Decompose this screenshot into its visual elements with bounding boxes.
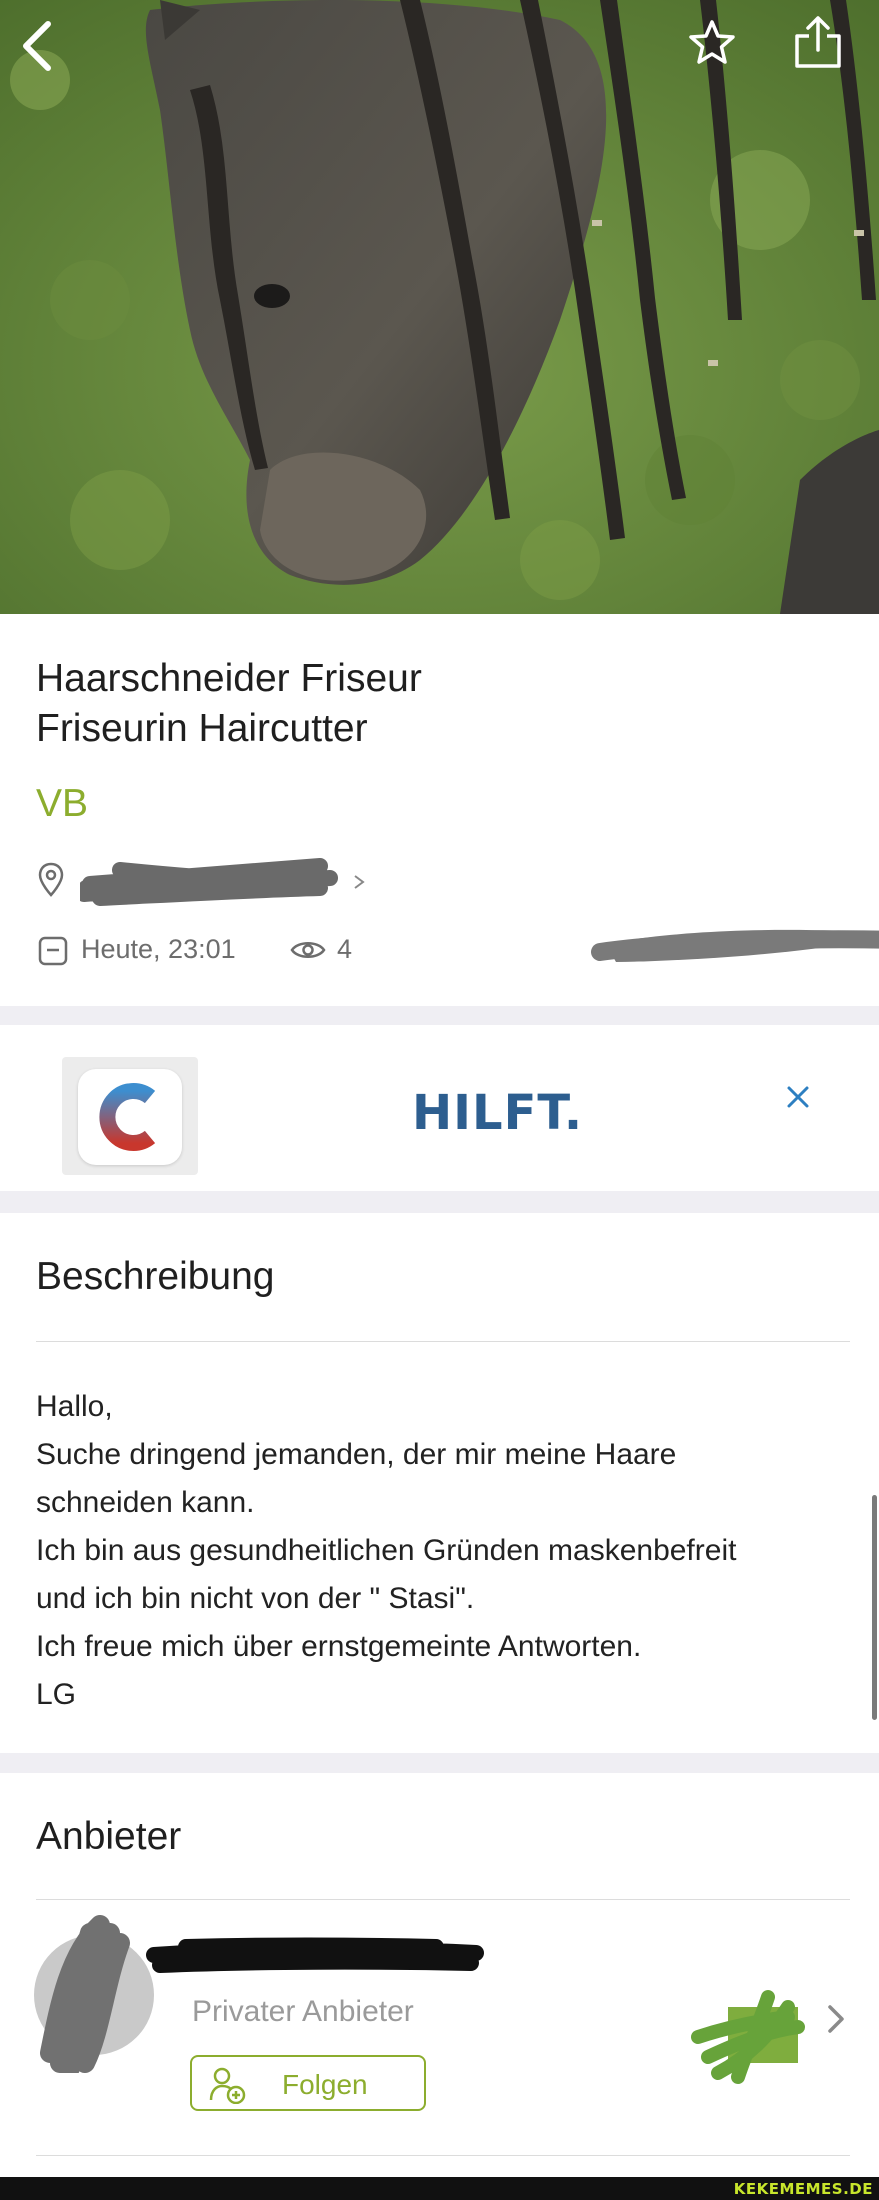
avatar[interactable] (30, 1913, 160, 2073)
listing-header: Haarschneider Friseur Friseurin Haircutt… (0, 614, 879, 1006)
listing-photo[interactable] (0, 0, 879, 614)
divider (36, 1341, 850, 1342)
divider (36, 2155, 850, 2156)
seller-heading: Anbieter (36, 1815, 182, 1858)
description-line: LG (36, 1678, 77, 1711)
location-row[interactable] (36, 858, 536, 906)
listing-title: Haarschneider Friseur Friseurin Haircutt… (36, 654, 736, 754)
description-line: Hallo, (36, 1390, 113, 1423)
ad-close-button[interactable] (778, 1077, 818, 1117)
calendar-icon (38, 936, 68, 966)
watermark-bar: KEKEMEMES.DE (0, 2177, 879, 2200)
description-line: und ich bin nicht von der " Stasi". (36, 1582, 475, 1615)
listing-title-line-1: Haarschneider Friseur (36, 657, 422, 700)
redacted-seller-badge (691, 1990, 805, 2084)
divider (36, 1899, 850, 1900)
description-text: Hallo, Suche dringend jemanden, der mir … (36, 1383, 856, 1719)
description-line: Ich bin aus gesundheitlichen Gründen mas… (36, 1534, 737, 1567)
seller-section: Anbieter Privater Anbieter Folgen (0, 1773, 879, 2177)
share-button[interactable] (791, 14, 851, 74)
eye-icon (290, 942, 326, 958)
description-line: Ich freue mich über ernstgemeinte Antwor… (36, 1630, 642, 1663)
section-separator (0, 1753, 879, 1773)
listing-price: VB (36, 782, 89, 825)
listing-title-line-2: Friseurin Haircutter (36, 707, 368, 750)
section-separator (0, 1006, 879, 1025)
follow-button[interactable]: Folgen (190, 2055, 426, 2111)
watermark-text: KEKEMEMES.DE (733, 2180, 873, 2198)
view-count: 4 (337, 934, 353, 964)
chevron-left-icon (23, 21, 51, 71)
description-heading: Beschreibung (36, 1255, 275, 1298)
corona-app-logo-icon (99, 1083, 156, 1151)
share-icon (795, 16, 841, 68)
ad-app-icon (78, 1069, 182, 1165)
star-icon (689, 20, 735, 64)
close-icon (787, 1086, 809, 1108)
scrollbar[interactable] (872, 1495, 877, 1720)
ad-banner[interactable]: HILFT. (0, 1025, 879, 1191)
seller-type: Privater Anbieter (192, 1995, 414, 2028)
chevron-right-icon[interactable] (826, 2003, 846, 2035)
back-button[interactable] (18, 18, 78, 78)
horse-photo-image (0, 0, 879, 614)
follow-button-label: Folgen (282, 2069, 368, 2100)
section-separator (0, 1191, 879, 1213)
ad-text[interactable]: HILFT. (412, 1085, 583, 1141)
location-pin-icon (38, 862, 64, 897)
redacted-info (591, 929, 879, 962)
description-line: Suche dringend jemanden, der mir meine H… (36, 1438, 677, 1471)
meta-row: Heute, 23:01 4 (36, 929, 879, 970)
description-line: schneiden kann. (36, 1486, 255, 1519)
listing-date: Heute, 23:01 (81, 934, 236, 964)
favorite-button[interactable] (687, 18, 747, 78)
person-add-icon (209, 2067, 246, 2104)
redacted-location (80, 858, 365, 906)
ad-app-icon-frame (62, 1057, 198, 1175)
redacted-seller-name (146, 1937, 484, 1973)
description-section: Beschreibung Hallo, Suche dringend jeman… (0, 1213, 879, 1753)
